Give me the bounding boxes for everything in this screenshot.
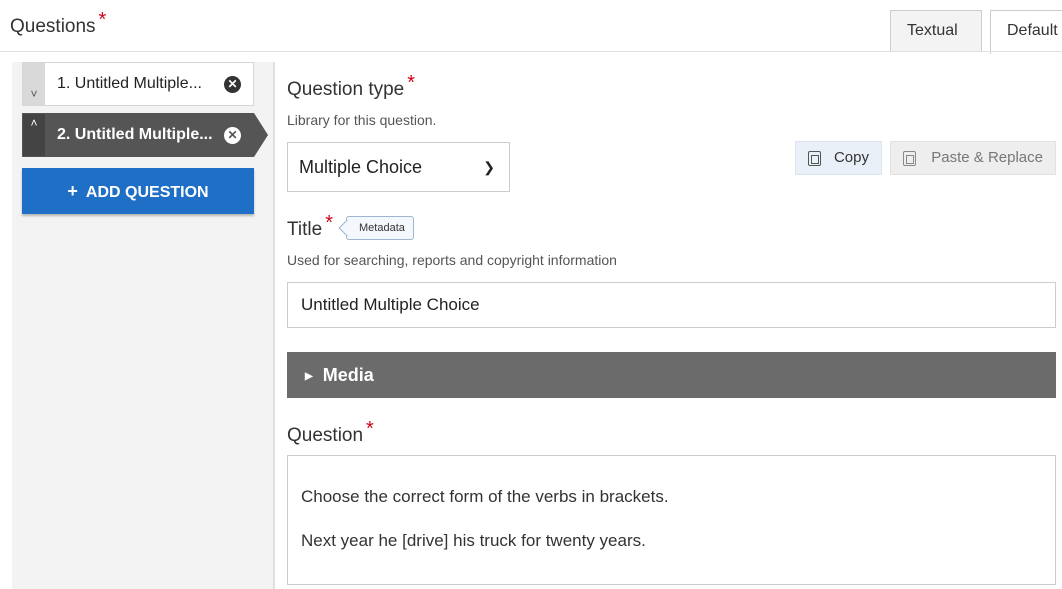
question-label: Question * bbox=[287, 418, 374, 447]
question-type-label-text: Question type bbox=[287, 79, 405, 100]
required-asterisk: * bbox=[325, 212, 333, 234]
question-list-item-label: 1. Untitled Multiple... bbox=[57, 75, 202, 92]
question-label-text: Question bbox=[287, 425, 364, 446]
close-icon[interactable]: ✕ bbox=[224, 76, 241, 93]
media-section-toggle[interactable]: ▶ Media bbox=[287, 352, 1056, 398]
page-title: Questions * bbox=[10, 9, 106, 38]
paste-replace-button[interactable]: Paste & Replace bbox=[890, 141, 1056, 175]
question-type-select[interactable]: Multiple Choice ❯ bbox=[287, 142, 510, 192]
plus-icon: + bbox=[67, 181, 78, 201]
question-type-help: Library for this question. bbox=[287, 112, 437, 128]
question-text-line: Next year he [drive] his truck for twent… bbox=[301, 531, 646, 550]
chevron-down-icon[interactable]: ˅ bbox=[23, 63, 45, 105]
close-icon[interactable]: ✕ bbox=[224, 127, 241, 144]
copy-icon bbox=[808, 151, 821, 166]
question-list-item-2[interactable]: ˄ 2. Untitled Multiple... ✕ bbox=[22, 113, 254, 157]
caret-right-icon: ▶ bbox=[305, 371, 313, 382]
title-help: Used for searching, reports and copyrigh… bbox=[287, 252, 617, 268]
title-label: Title * bbox=[287, 212, 333, 241]
question-text-line: Choose the correct form of the verbs in … bbox=[301, 487, 669, 506]
media-label: Media bbox=[322, 365, 374, 385]
required-asterisk: * bbox=[366, 418, 374, 440]
add-question-label: ADD QUESTION bbox=[85, 184, 209, 201]
add-question-button[interactable]: + ADD QUESTION bbox=[22, 168, 254, 214]
question-list-item-1[interactable]: ˅ 1. Untitled Multiple... ✕ bbox=[22, 62, 254, 106]
title-label-text: Title bbox=[287, 219, 323, 240]
title-input[interactable]: Untitled Multiple Choice bbox=[287, 282, 1056, 328]
page-title-text: Questions bbox=[10, 16, 96, 37]
chevron-up-icon[interactable]: ˄ bbox=[23, 114, 45, 156]
required-asterisk: * bbox=[407, 72, 416, 94]
header-divider bbox=[0, 51, 1062, 52]
question-type-value: Multiple Choice bbox=[299, 157, 423, 177]
paste-icon bbox=[903, 151, 916, 166]
copy-button[interactable]: Copy bbox=[795, 141, 882, 175]
copy-button-label: Copy bbox=[833, 149, 869, 166]
question-text-editor[interactable]: Choose the correct form of the verbs in … bbox=[287, 455, 1056, 585]
required-asterisk: * bbox=[98, 9, 107, 31]
question-list-item-label: 2. Untitled Multiple... bbox=[57, 126, 213, 143]
tab-textual[interactable]: Textual bbox=[890, 10, 982, 52]
tab-default[interactable]: Default bbox=[990, 10, 1062, 54]
selected-pointer bbox=[254, 113, 268, 157]
metadata-tag: Metadata bbox=[346, 216, 414, 240]
question-type-label: Question type * bbox=[287, 72, 415, 101]
paste-button-label: Paste & Replace bbox=[931, 149, 1043, 166]
chevron-down-icon: ❯ bbox=[483, 159, 495, 175]
